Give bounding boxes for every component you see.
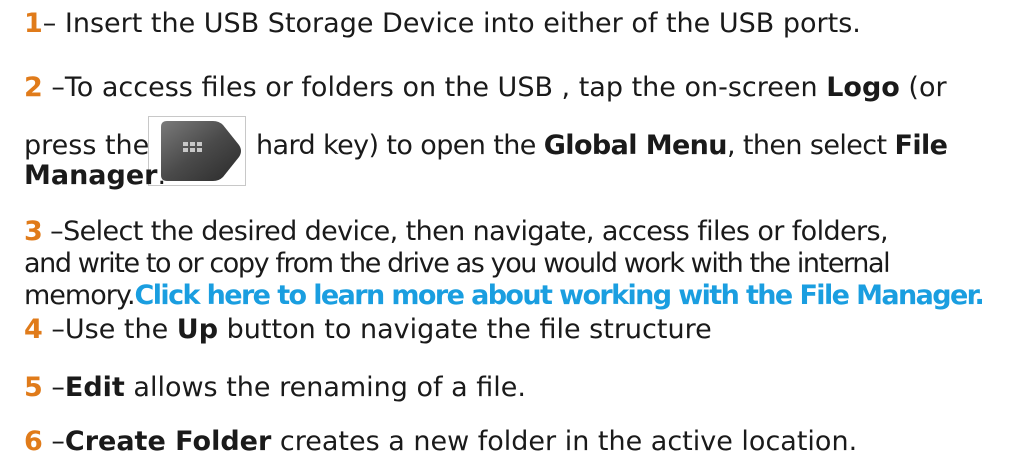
create-folder-term: Create Folder [64, 426, 272, 457]
step-3: 3 –Select the desired device, then navig… [24, 216, 889, 248]
step-2-line-3: Manager. [24, 160, 166, 192]
step-text: – [42, 372, 65, 403]
step-number: 3 [24, 216, 43, 247]
step-number: 2 [24, 72, 43, 103]
step-text: – Insert the USB Storage Device into eit… [42, 8, 861, 39]
edit-term: Edit [64, 372, 125, 403]
step-2: 2 –To access files or folders on the USB… [24, 72, 947, 104]
manager-term: Manager [24, 160, 158, 191]
step-text: press the [24, 130, 150, 161]
step-text: creates a new folder in the active locat… [271, 426, 858, 457]
step-text: (or [899, 72, 947, 103]
step-3-line-3: memory.Click here to learn more about wo… [24, 280, 985, 312]
step-number: 1 [24, 8, 43, 39]
step-text: memory. [24, 280, 136, 311]
step-2-line-2-cont: hard key) to open the Global Menu, then … [256, 130, 948, 162]
step-6: 6 –Create Folder creates a new folder in… [24, 426, 857, 458]
step-number: 4 [24, 314, 43, 345]
step-text: button to navigate the file structure [218, 314, 712, 345]
file-term: File [894, 130, 948, 161]
step-text: and write to or copy from the drive as y… [24, 248, 891, 279]
step-4: 4 –Use the Up button to navigate the fil… [24, 314, 712, 346]
step-3-line-2: and write to or copy from the drive as y… [24, 248, 891, 280]
step-text: –Use the [42, 314, 177, 345]
step-text: hard key) to open the [256, 130, 544, 161]
step-text: –Select the desired device, then navigat… [42, 216, 888, 247]
file-manager-link[interactable]: Click here to learn more about working w… [135, 280, 985, 311]
step-5: 5 –Edit allows the renaming of a file. [24, 372, 526, 404]
logo-term: Logo [826, 72, 900, 103]
step-text: – [42, 426, 65, 457]
step-number: 5 [24, 372, 43, 403]
step-1: 1– Insert the USB Storage Device into ei… [24, 8, 861, 40]
step-text: allows the renaming of a file. [124, 372, 526, 403]
global-menu-term: Global Menu [543, 130, 728, 161]
step-2-line-2: press the [24, 130, 149, 162]
step-text: . [157, 160, 167, 191]
up-term: Up [176, 314, 219, 345]
step-text: , then select [726, 130, 895, 161]
step-number: 6 [24, 426, 43, 457]
step-text: –To access files or folders on the USB ,… [42, 72, 827, 103]
